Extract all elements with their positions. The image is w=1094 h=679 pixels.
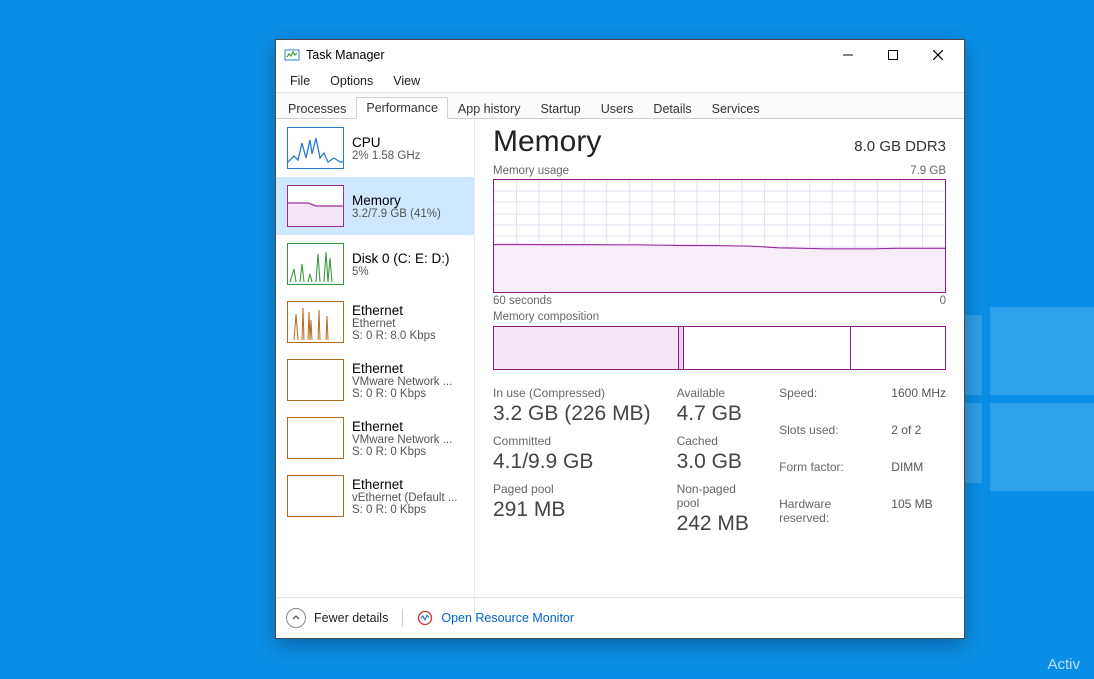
stat-mid-value-0: 4.7 GB <box>677 402 754 426</box>
task-manager-icon <box>284 47 300 63</box>
sidebar-item-title: Memory <box>352 193 441 208</box>
close-button[interactable] <box>915 40 960 70</box>
usage-max: 7.9 GB <box>910 165 946 177</box>
stat-left-label-0: In use (Compressed) <box>493 386 651 400</box>
sidebar-thumbnail <box>287 359 344 401</box>
sidebar-item-title: Disk 0 (C: E: D:) <box>352 251 450 266</box>
stat-mid-label-2: Non-paged pool <box>677 482 754 510</box>
sidebar-thumbnail <box>287 417 344 459</box>
open-resource-monitor-link[interactable]: Open Resource Monitor <box>441 611 574 625</box>
sidebar-item-memory[interactable]: Memory 3.2/7.9 GB (41%) <box>276 177 474 235</box>
axis-left: 60 seconds <box>493 295 552 307</box>
sidebar-thumbnail <box>287 127 344 169</box>
sidebar-item-title: Ethernet <box>352 419 452 434</box>
stat-left-value-1: 4.1/9.9 GB <box>493 450 651 474</box>
tab-services[interactable]: Services <box>702 98 770 119</box>
sidebar-item-ethernet[interactable]: Ethernet Ethernet S: 0 R: 8.0 Kbps <box>276 293 474 351</box>
sidebar-thumbnail <box>287 185 344 227</box>
tab-performance[interactable]: Performance <box>356 97 448 119</box>
spec-value-3: 105 MB <box>891 497 946 544</box>
resource-title: Memory <box>493 125 601 159</box>
sidebar-thumbnail <box>287 475 344 517</box>
usage-label: Memory usage <box>493 165 569 177</box>
performance-main: Memory 8.0 GB DDR3 Memory usage 7.9 GB <box>475 119 964 617</box>
spec-value-2: DIMM <box>891 460 946 493</box>
sidebar-item-subtitle2: S: 0 R: 8.0 Kbps <box>352 330 436 342</box>
menubar: File Options View <box>276 70 964 92</box>
sidebar-item-title: CPU <box>352 135 420 150</box>
stat-left-label-2: Paged pool <box>493 482 651 496</box>
sidebar-item-ethernet[interactable]: Ethernet VMware Network ... S: 0 R: 0 Kb… <box>276 409 474 467</box>
footer: Fewer details Open Resource Monitor <box>276 597 964 638</box>
memory-usage-chart[interactable] <box>493 179 946 293</box>
composition-segment-in_use <box>494 327 679 369</box>
titlebar[interactable]: Task Manager <box>276 40 964 70</box>
composition-segment-free <box>851 327 945 369</box>
stat-mid-label-1: Cached <box>677 434 754 448</box>
tab-app-history[interactable]: App history <box>448 98 531 119</box>
sidebar-item-subtitle: 2% 1.58 GHz <box>352 150 420 162</box>
activation-watermark: Activ <box>1047 656 1080 673</box>
performance-sidebar: CPU 2% 1.58 GHz Memory 3.2/7.9 GB (41%) … <box>276 119 475 617</box>
spec-key-2: Form factor: <box>779 460 865 493</box>
menu-file[interactable]: File <box>280 72 320 90</box>
tab-startup[interactable]: Startup <box>530 98 590 119</box>
stat-left-value-2: 291 MB <box>493 498 651 522</box>
desktop: Activ Task Manager File Options View Pro… <box>0 0 1094 679</box>
sidebar-item-ethernet[interactable]: Ethernet vEthernet (Default ... S: 0 R: … <box>276 467 474 525</box>
stat-mid-label-0: Available <box>677 386 754 400</box>
sidebar-item-disk-0-c-e-d-[interactable]: Disk 0 (C: E: D:) 5% <box>276 235 474 293</box>
menu-view[interactable]: View <box>383 72 430 90</box>
composition-segment-standby <box>684 327 851 369</box>
tab-processes[interactable]: Processes <box>278 98 356 119</box>
stat-mid-value-2: 242 MB <box>677 512 754 536</box>
sidebar-item-subtitle2: S: 0 R: 0 Kbps <box>352 504 457 516</box>
spec-value-0: 1600 MHz <box>891 386 946 419</box>
memory-composition-chart[interactable] <box>493 326 946 370</box>
fewer-details-link[interactable]: Fewer details <box>314 611 388 625</box>
tab-details[interactable]: Details <box>643 98 701 119</box>
sidebar-item-title: Ethernet <box>352 477 457 492</box>
sidebar-item-subtitle: 3.2/7.9 GB (41%) <box>352 208 441 220</box>
fewer-details-icon[interactable] <box>286 608 306 628</box>
resource-monitor-icon <box>417 610 433 626</box>
sidebar-item-title: Ethernet <box>352 361 452 376</box>
task-manager-window: Task Manager File Options View Processes… <box>275 39 965 639</box>
spec-key-1: Slots used: <box>779 423 865 456</box>
sidebar-thumbnail <box>287 301 344 343</box>
sidebar-item-ethernet[interactable]: Ethernet VMware Network ... S: 0 R: 0 Kb… <box>276 351 474 409</box>
menu-options[interactable]: Options <box>320 72 383 90</box>
composition-label: Memory composition <box>493 311 599 323</box>
sidebar-item-subtitle: 5% <box>352 266 450 278</box>
spec-key-0: Speed: <box>779 386 865 419</box>
spec-value-1: 2 of 2 <box>891 423 946 456</box>
sidebar-item-subtitle: VMware Network ... <box>352 434 452 446</box>
sidebar-item-subtitle: VMware Network ... <box>352 376 452 388</box>
sidebar-item-subtitle: vEthernet (Default ... <box>352 492 457 504</box>
resource-spec: 8.0 GB DDR3 <box>854 138 946 155</box>
stat-mid-value-1: 3.0 GB <box>677 450 754 474</box>
sidebar-item-subtitle2: S: 0 R: 0 Kbps <box>352 388 452 400</box>
minimize-button[interactable] <box>825 40 870 70</box>
memory-specs: Speed: 1600 MHz Slots used: 2 of 2 Form fact… <box>779 386 946 544</box>
tab-users[interactable]: Users <box>591 98 644 119</box>
sidebar-item-subtitle: Ethernet <box>352 318 436 330</box>
stat-left-label-1: Committed <box>493 434 651 448</box>
sidebar-item-subtitle2: S: 0 R: 0 Kbps <box>352 446 452 458</box>
sidebar-item-cpu[interactable]: CPU 2% 1.58 GHz <box>276 119 474 177</box>
window-title: Task Manager <box>306 48 825 62</box>
sidebar-item-title: Ethernet <box>352 303 436 318</box>
axis-right: 0 <box>940 295 946 307</box>
tabbar: Processes Performance App history Startu… <box>276 92 964 119</box>
maximize-button[interactable] <box>870 40 915 70</box>
spec-key-3: Hardware reserved: <box>779 497 865 544</box>
sidebar-thumbnail <box>287 243 344 285</box>
stat-left-value-0: 3.2 GB (226 MB) <box>493 402 651 426</box>
separator <box>402 609 403 627</box>
